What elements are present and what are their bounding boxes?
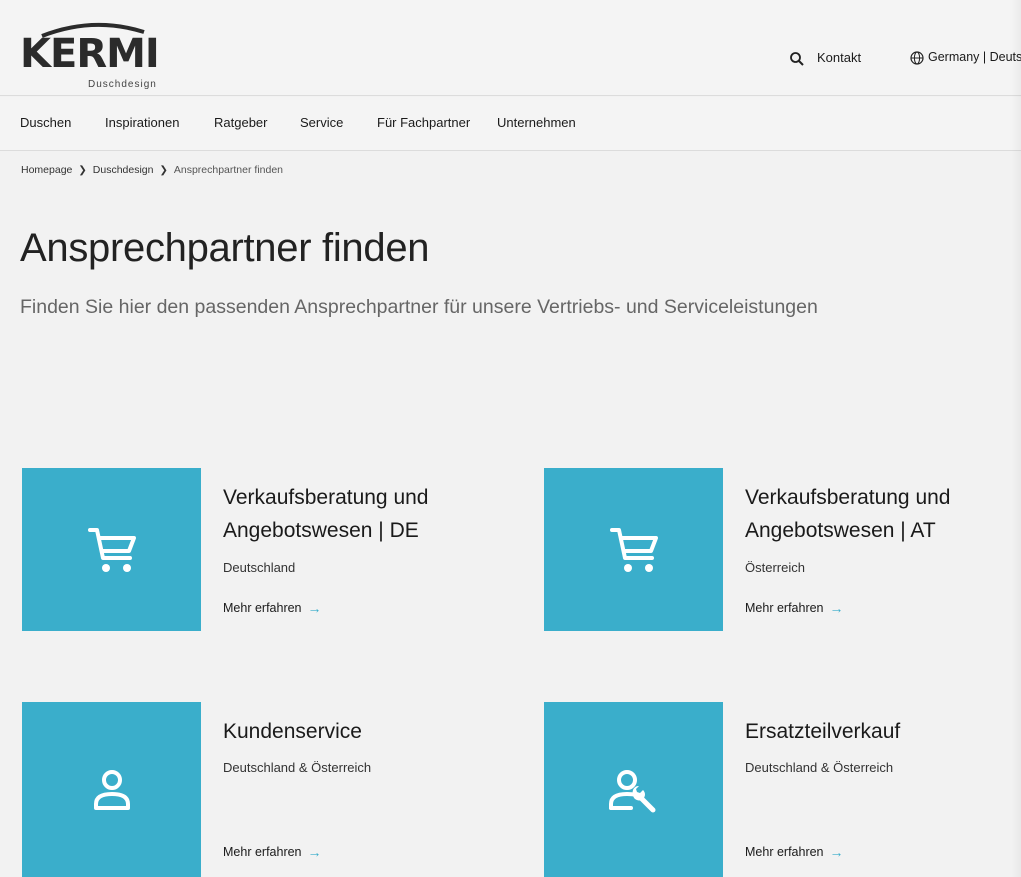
card-title[interactable]: Verkaufsberatung und Angebotswesen | AT	[745, 482, 1021, 547]
contact-card-spare-parts[interactable]: Ersatzteilverkauf Deutschland & Österrei…	[544, 702, 1014, 877]
card-title-line: Verkaufsberatung und	[223, 486, 429, 509]
person-wrench-icon	[608, 769, 655, 812]
window-edge-shadow	[1011, 0, 1021, 877]
arrow-right-icon: →	[307, 600, 322, 616]
breadcrumb-current: Ansprechpartner finden	[173, 164, 284, 176]
arrow-right-icon: →	[307, 844, 322, 860]
chevron-right-icon: ❯	[78, 164, 87, 176]
language-selector[interactable]: Germany | Deutsch	[928, 50, 1021, 64]
card-tile[interactable]	[22, 468, 201, 631]
shopping-cart-icon	[87, 527, 136, 572]
card-subtitle: Deutschland & Österreich	[745, 760, 894, 775]
card-title[interactable]: Ersatzteilverkauf	[745, 716, 1021, 749]
nav-item-duschen[interactable]: Duschen	[20, 115, 71, 130]
card-tile[interactable]	[544, 468, 723, 631]
more-link[interactable]: Mehr erfahren →	[223, 600, 322, 616]
main-navigation: Duschen Inspirationen Ratgeber Service F…	[0, 97, 1021, 151]
more-link-label: Mehr erfahren	[223, 601, 302, 615]
card-subtitle: Deutschland & Österreich	[223, 760, 372, 775]
card-title[interactable]: Verkaufsberatung und Angebotswesen | DE	[223, 482, 523, 547]
card-tile[interactable]	[22, 702, 201, 877]
breadcrumb: Homepage ❯ Duschdesign ❯ Ansprechpartner…	[21, 164, 283, 176]
nav-item-fachpartner[interactable]: Für Fachpartner	[377, 115, 470, 130]
logo-subtitle: Duschdesign	[88, 79, 157, 90]
card-subtitle: Österreich	[745, 560, 805, 575]
more-link[interactable]: Mehr erfahren →	[745, 844, 844, 860]
contact-link[interactable]: Kontakt	[817, 50, 861, 65]
page-title: Ansprechpartner finden	[20, 226, 430, 270]
card-title-line: Verkaufsberatung und	[745, 486, 951, 509]
card-title-line: Angebotswesen | AT	[745, 518, 936, 542]
nav-item-unternehmen[interactable]: Unternehmen	[497, 115, 576, 130]
more-link-label: Mehr erfahren	[745, 845, 824, 859]
contact-card-sales-at[interactable]: Verkaufsberatung und Angebotswesen | AT …	[544, 468, 1014, 631]
logo-wordmark: KERMI	[20, 31, 160, 77]
nav-item-service[interactable]: Service	[300, 115, 343, 130]
arrow-right-icon: →	[829, 844, 844, 860]
contact-card-customer-service[interactable]: Kundenservice Deutschland & Österreich M…	[22, 702, 502, 877]
breadcrumb-homepage[interactable]: Homepage	[21, 164, 72, 176]
breadcrumb-duschdesign[interactable]: Duschdesign	[93, 164, 154, 176]
more-link[interactable]: Mehr erfahren →	[745, 600, 844, 616]
shopping-cart-icon	[609, 527, 658, 572]
card-subtitle: Deutschland	[223, 560, 296, 575]
more-link-label: Mehr erfahren	[223, 845, 302, 859]
person-icon	[93, 769, 130, 810]
contact-card-sales-de[interactable]: Verkaufsberatung und Angebotswesen | DE …	[22, 468, 502, 631]
more-link-label: Mehr erfahren	[745, 601, 824, 615]
card-tile[interactable]	[544, 702, 723, 877]
nav-item-ratgeber[interactable]: Ratgeber	[214, 115, 267, 130]
kermi-logo[interactable]: KERMI Duschdesign	[20, 22, 170, 90]
more-link[interactable]: Mehr erfahren →	[223, 844, 322, 860]
nav-item-inspirationen[interactable]: Inspirationen	[105, 115, 179, 130]
page-subtitle: Finden Sie hier den passenden Ansprechpa…	[20, 296, 818, 318]
chevron-right-icon: ❯	[159, 164, 168, 176]
card-title-line: Angebotswesen | DE	[223, 518, 419, 542]
card-title[interactable]: Kundenservice	[223, 716, 523, 749]
top-header: KERMI Duschdesign Kontakt Germany | Deut…	[0, 0, 1021, 96]
search-icon[interactable]	[789, 51, 805, 67]
arrow-right-icon: →	[829, 600, 844, 616]
globe-icon	[910, 51, 924, 65]
